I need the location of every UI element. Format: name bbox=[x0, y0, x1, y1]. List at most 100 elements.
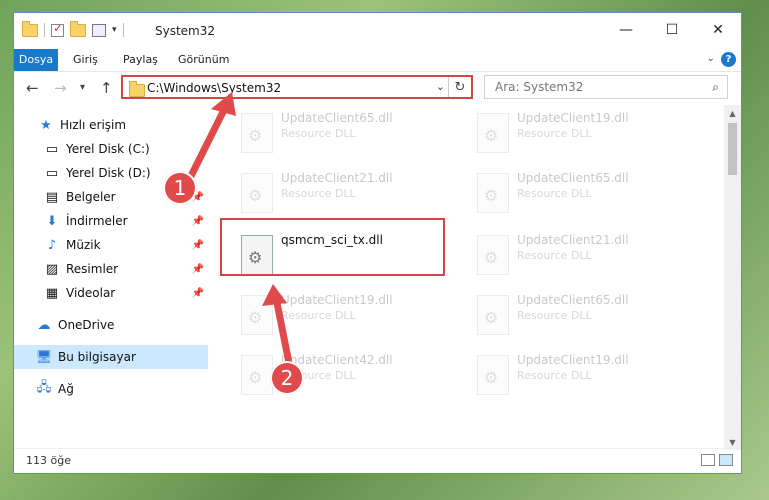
file-type: Resource DLL bbox=[517, 309, 592, 322]
callout-2-badge: 2 bbox=[270, 361, 304, 395]
drive-icon: ▭ bbox=[45, 165, 59, 181]
sidebar-item-quick-access[interactable]: ★ Hızlı erişim bbox=[38, 113, 232, 137]
sidebar-item-label: Bu bilgisayar bbox=[58, 350, 136, 364]
dll-file-icon bbox=[477, 235, 509, 275]
sidebar-item-local-disk-c[interactable]: ▭ Yerel Disk (C:) bbox=[44, 137, 238, 161]
search-input[interactable]: Ara: System32 ⌕ bbox=[484, 75, 728, 99]
pin-icon[interactable]: 📌 bbox=[192, 264, 204, 275]
ribbon-expand-icon[interactable]: ⌄ bbox=[707, 53, 715, 64]
dll-file-icon bbox=[241, 173, 273, 213]
pin-icon[interactable]: 📌 bbox=[192, 288, 204, 299]
file-item[interactable]: UpdateClient65.dll Resource DLL bbox=[473, 291, 693, 345]
navigation-bar: ← → ▾ ↑ C:\Windows\System32 ⌄ ↻ Ara: Sys… bbox=[14, 72, 741, 104]
sidebar-item-downloads[interactable]: ⬇ İndirmeler 📌 bbox=[44, 209, 208, 233]
drive-icon: ▭ bbox=[45, 141, 59, 157]
file-type: Resource DLL bbox=[517, 187, 592, 200]
tab-share[interactable]: Paylaş bbox=[123, 49, 158, 71]
sidebar-item-label: Hızlı erişim bbox=[60, 118, 127, 132]
file-name: UpdateClient19.dll bbox=[281, 293, 393, 307]
tiles-view-icon[interactable] bbox=[719, 454, 733, 466]
file-name: UpdateClient19.dll bbox=[517, 111, 629, 125]
tab-file[interactable]: Dosya bbox=[14, 49, 58, 71]
sidebar-item-onedrive[interactable]: ☁ OneDrive bbox=[36, 313, 230, 337]
file-item[interactable]: UpdateClient21.dll Resource DLL bbox=[473, 231, 693, 285]
quick-access-dropdown-icon[interactable]: ▾ bbox=[112, 25, 117, 35]
pin-icon[interactable]: 📌 bbox=[192, 216, 204, 227]
window-title: System32 bbox=[155, 24, 216, 38]
new-folder-icon[interactable] bbox=[70, 20, 86, 37]
file-name: UpdateClient65.dll bbox=[517, 293, 629, 307]
network-icon: 🖧 bbox=[36, 380, 52, 395]
customize-icon[interactable] bbox=[92, 23, 106, 37]
file-type: Resource DLL bbox=[517, 369, 592, 382]
address-dropdown-icon[interactable]: ⌄ bbox=[436, 80, 445, 93]
item-count: 113 öğe bbox=[26, 454, 71, 467]
sidebar-item-pictures[interactable]: ▨ Resimler 📌 bbox=[44, 257, 208, 281]
recent-locations-icon[interactable]: ▾ bbox=[80, 82, 85, 93]
video-icon: ▦ bbox=[45, 285, 59, 301]
sidebar-item-videos[interactable]: ▦ Videolar 📌 bbox=[44, 281, 208, 305]
file-type: Resource DLL bbox=[517, 127, 592, 140]
up-arrow-icon[interactable]: ↑ bbox=[100, 79, 113, 97]
sidebar-item-label: Resimler bbox=[66, 262, 119, 276]
help-icon[interactable]: ? bbox=[721, 52, 736, 67]
search-icon[interactable]: ⌕ bbox=[712, 80, 719, 95]
sidebar-item-label: Videolar bbox=[66, 286, 116, 300]
folder-icon bbox=[22, 20, 38, 37]
file-highlight-box bbox=[220, 218, 445, 276]
scroll-thumb[interactable] bbox=[728, 123, 737, 175]
callout-1-badge: 1 bbox=[163, 171, 197, 205]
file-type: Resource DLL bbox=[281, 309, 356, 322]
tab-home[interactable]: Giriş bbox=[73, 49, 98, 71]
minimize-button[interactable]: — bbox=[603, 13, 649, 47]
documents-icon: ▤ bbox=[45, 189, 59, 205]
maximize-button[interactable]: ☐ bbox=[649, 13, 695, 47]
address-text[interactable]: C:\Windows\System32 bbox=[147, 81, 281, 95]
dll-file-icon bbox=[477, 173, 509, 213]
separator bbox=[44, 23, 45, 37]
ribbon: Dosya Giriş Paylaş Görünüm ⌄ ? bbox=[14, 49, 741, 72]
refresh-icon[interactable]: ↻ bbox=[448, 77, 471, 97]
title-bar: ▾ System32 — ☐ ✕ bbox=[14, 13, 741, 49]
status-bar: 113 öğe bbox=[14, 448, 741, 473]
dll-file-icon bbox=[241, 355, 273, 395]
back-arrow-icon[interactable]: ← bbox=[26, 79, 39, 97]
pin-icon[interactable]: 📌 bbox=[192, 240, 204, 251]
dll-file-icon bbox=[241, 113, 273, 153]
sidebar-item-local-disk-d[interactable]: ▭ Yerel Disk (D:) bbox=[44, 161, 238, 185]
file-item[interactable]: UpdateClient19.dll Resource DLL bbox=[237, 291, 457, 345]
dll-file-icon bbox=[477, 295, 509, 335]
computer-icon: 🖥 bbox=[35, 349, 53, 365]
address-bar[interactable]: C:\Windows\System32 ⌄ ↻ bbox=[121, 75, 473, 99]
file-item[interactable]: UpdateClient19.dll Resource DLL bbox=[473, 109, 693, 163]
close-button[interactable]: ✕ bbox=[695, 13, 741, 47]
folder-icon bbox=[129, 81, 145, 97]
properties-check-icon[interactable] bbox=[51, 21, 64, 37]
file-item[interactable]: UpdateClient65.dll Resource DLL bbox=[473, 169, 693, 223]
sidebar-item-label: Belgeler bbox=[66, 190, 116, 204]
file-type: Resource DLL bbox=[281, 127, 356, 140]
sidebar-item-music[interactable]: ♪ Müzik 📌 bbox=[44, 233, 208, 257]
file-item[interactable]: UpdateClient65.dll Resource DLL bbox=[237, 109, 457, 163]
music-icon: ♪ bbox=[47, 237, 57, 253]
separator bbox=[122, 23, 124, 37]
forward-arrow-icon[interactable]: → bbox=[54, 79, 67, 97]
file-item[interactable]: UpdateClient19.dll Resource DLL bbox=[473, 351, 693, 405]
sidebar-item-label: OneDrive bbox=[58, 318, 115, 332]
star-icon: ★ bbox=[40, 117, 52, 133]
file-name: UpdateClient65.dll bbox=[281, 111, 393, 125]
scroll-up-icon[interactable]: ▲ bbox=[724, 105, 741, 121]
vertical-scrollbar[interactable]: ▲ ▼ bbox=[724, 105, 741, 450]
tab-view[interactable]: Görünüm bbox=[178, 49, 229, 71]
file-list: UpdateClient65.dll Resource DLL UpdateCl… bbox=[211, 105, 723, 450]
file-type: Resource DLL bbox=[517, 249, 592, 262]
sidebar-item-network[interactable]: 🖧 Ağ bbox=[36, 377, 230, 401]
dll-file-icon bbox=[241, 295, 273, 335]
sidebar-item-this-pc[interactable]: 🖥 Bu bilgisayar bbox=[14, 345, 208, 369]
details-view-icon[interactable] bbox=[701, 454, 715, 466]
file-type: Resource DLL bbox=[281, 187, 356, 200]
sidebar-item-label: Müzik bbox=[66, 238, 101, 252]
download-icon: ⬇ bbox=[46, 213, 58, 229]
file-item[interactable]: UpdateClient21.dll Resource DLL bbox=[237, 169, 457, 223]
file-name: UpdateClient21.dll bbox=[281, 171, 393, 185]
